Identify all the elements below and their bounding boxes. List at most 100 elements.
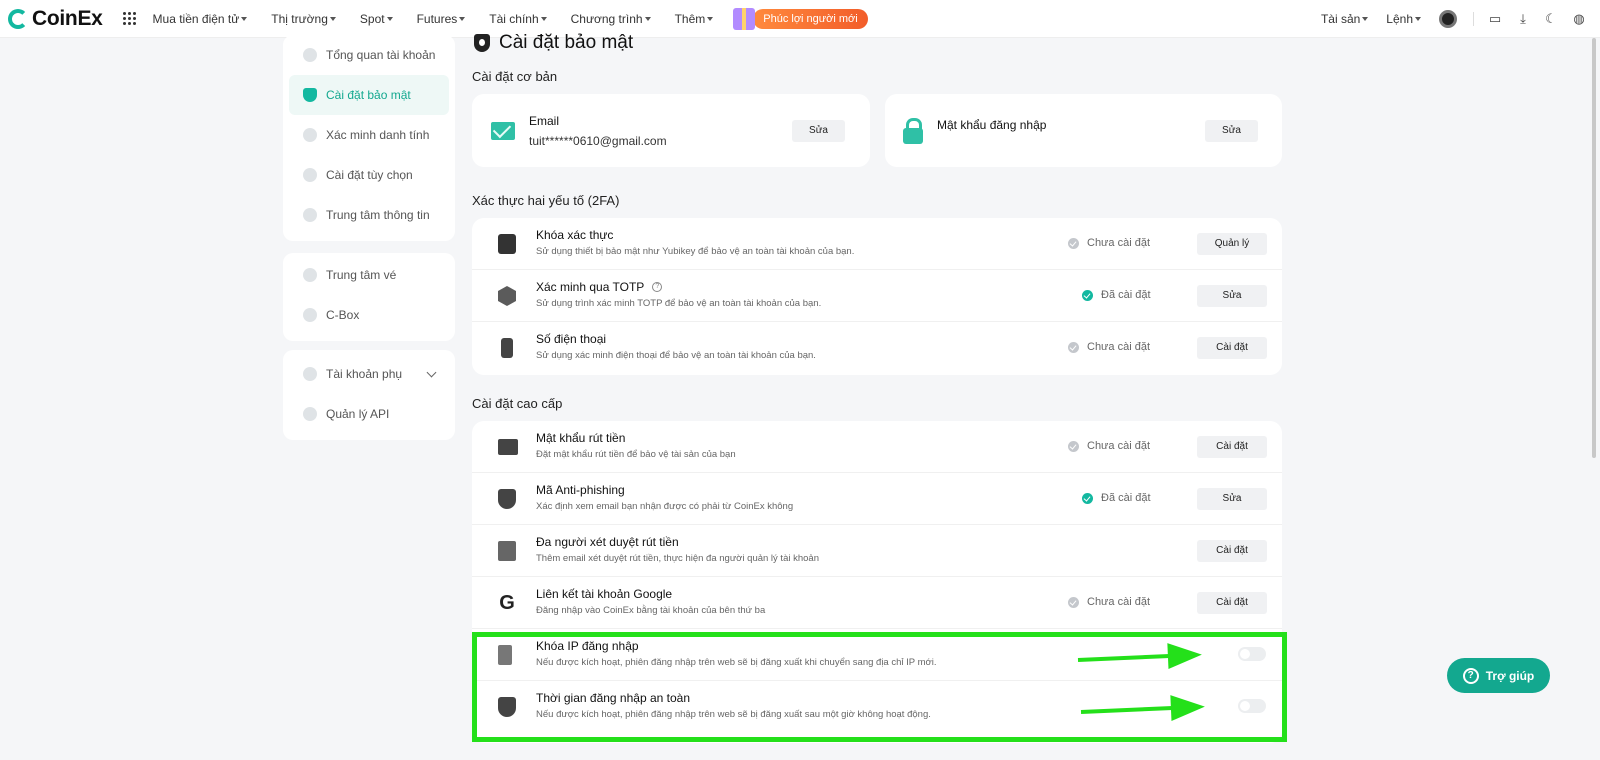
mail-icon	[491, 121, 515, 140]
page-title: Cài đặt bảo mật	[474, 32, 633, 54]
setup-phone-button[interactable]: Cài đặt	[1197, 337, 1267, 359]
caret-down-icon	[386, 16, 393, 21]
top-navigation-bar: CoinEx Mua tiền điện tử Thị trường Spot …	[0, 0, 1600, 38]
padlock-icon	[903, 117, 923, 144]
caret-down-icon	[1415, 17, 1421, 21]
row-description: Xác định xem email bạn nhận được có phải…	[536, 501, 794, 512]
row-title: Liên kết tài khoản Google	[536, 587, 673, 601]
phone-icon	[501, 338, 513, 358]
caret-down-icon	[1362, 17, 1369, 21]
status-check-icon	[1082, 289, 1093, 301]
nav-markets[interactable]: Thị trường	[271, 12, 336, 26]
nav-more[interactable]: Thêm	[675, 12, 714, 26]
dark-mode-moon-icon[interactable]: ☾	[1544, 12, 1558, 26]
email-info: Email tuit******0610@gmail.com	[529, 114, 667, 148]
assets-menu[interactable]: Tài sản	[1321, 12, 1369, 26]
status-badge: Chưa cài đặt	[1068, 341, 1150, 353]
two-factor-list: Khóa xác thực Sử dụng thiết bị bảo mật n…	[472, 218, 1282, 375]
nav-programs[interactable]: Chương trình	[571, 12, 651, 26]
highlight-box	[472, 632, 1287, 742]
caret-down-icon	[644, 16, 651, 21]
document-search-icon	[498, 541, 516, 561]
status-badge: Chưa cài đặt	[1068, 596, 1150, 608]
list-item-anti-phishing: Mã Anti-phishing Xác định xem email bạn …	[472, 473, 1282, 525]
coinex-logo-icon	[8, 8, 28, 29]
email-card: Email tuit******0610@gmail.com Sửa	[472, 94, 870, 167]
sidebar-item-preferences[interactable]: Cài đặt tùy chọn	[283, 155, 455, 195]
language-globe-icon[interactable]: ◍	[1572, 12, 1586, 26]
download-icon[interactable]: ⤓	[1516, 12, 1530, 26]
shield-icon	[303, 88, 317, 102]
page-scrollbar[interactable]	[1592, 38, 1598, 760]
security-key-lock-icon	[498, 234, 516, 254]
sub-account-icon	[303, 367, 317, 381]
row-title: Mật khẩu rút tiền	[536, 431, 626, 445]
security-shield-icon	[474, 34, 490, 52]
sidebar-item-security-settings[interactable]: Cài đặt bảo mật	[289, 75, 449, 115]
chevron-down-icon	[426, 367, 437, 377]
nav-buy-crypto[interactable]: Mua tiền điện tử	[153, 12, 248, 26]
status-check-icon	[1068, 237, 1079, 249]
link-google-button[interactable]: Cài đặt	[1197, 592, 1267, 614]
nav-finance[interactable]: Tài chính	[489, 12, 547, 26]
user-avatar[interactable]	[1439, 10, 1457, 28]
edit-password-button[interactable]: Sửa	[1205, 120, 1258, 142]
list-item-withdrawal-password: Mật khẩu rút tiền Đặt mật khẩu rút tiền …	[472, 421, 1282, 473]
promo-label: Phúc lợi người mới	[753, 8, 868, 29]
id-badge-icon	[303, 128, 317, 142]
status-check-icon	[1068, 440, 1079, 452]
row-description: Thêm email xét duyệt rút tiền, thực hiện…	[536, 553, 819, 564]
settings-icon	[303, 168, 317, 182]
edit-anti-phishing-button[interactable]: Sửa	[1197, 488, 1267, 510]
gift-icon	[733, 7, 756, 30]
status-badge: Chưa cài đặt	[1068, 440, 1150, 452]
two-factor-heading: Xác thực hai yếu tố (2FA)	[472, 193, 620, 208]
scrollbar-thumb[interactable]	[1592, 38, 1596, 458]
sidebar-api-group: Tài khoản phụ Quản lý API	[283, 350, 455, 440]
status-badge: Chưa cài đặt	[1068, 237, 1150, 249]
status-check-icon	[1082, 492, 1093, 504]
status-check-icon	[1068, 596, 1079, 608]
basic-settings-heading: Cài đặt cơ bản	[472, 69, 558, 84]
row-description: Sử dụng trình xác minh TOTP để bảo vệ an…	[536, 298, 822, 309]
sidebar-item-identity-verification[interactable]: Xác minh danh tính	[283, 115, 455, 155]
sidebar-support-group: Trung tâm vé C-Box	[283, 253, 455, 341]
login-password-card: Mật khẩu đăng nhập Sửa	[885, 94, 1282, 167]
nav-spot[interactable]: Spot	[360, 12, 393, 26]
row-title: Xác minh qua TOTP?	[536, 280, 663, 294]
card-icon	[498, 439, 518, 455]
help-button[interactable]: ? Trợ giúp	[1447, 658, 1550, 693]
coinex-logo[interactable]: CoinEx	[8, 7, 103, 31]
email-label: Email	[529, 113, 560, 128]
caret-down-icon	[241, 16, 248, 21]
orders-menu[interactable]: Lệnh	[1386, 12, 1421, 26]
setup-withdrawal-password-button[interactable]: Cài đặt	[1197, 436, 1267, 458]
nav-futures[interactable]: Futures	[417, 12, 466, 26]
sidebar-item-ticket-center[interactable]: Trung tâm vé	[283, 255, 455, 295]
row-title: Khóa xác thực	[536, 228, 614, 242]
help-question-icon[interactable]: ?	[652, 282, 663, 292]
sidebar-item-c-box[interactable]: C-Box	[283, 295, 455, 335]
caret-down-icon	[329, 16, 336, 21]
password-label: Mật khẩu đăng nhập	[937, 117, 1047, 132]
ticket-icon	[303, 268, 317, 282]
edit-email-button[interactable]: Sửa	[792, 120, 845, 142]
totp-hex-lock-icon	[498, 286, 516, 306]
edit-totp-button[interactable]: Sửa	[1197, 285, 1267, 307]
sidebar-item-api-management[interactable]: Quản lý API	[283, 394, 455, 434]
status-badge: Đã cài đặt	[1082, 492, 1151, 504]
row-title: Mã Anti-phishing	[536, 483, 625, 497]
status-badge: Đã cài đặt	[1082, 289, 1151, 301]
sidebar-item-account-overview[interactable]: Tổng quan tài khoản	[283, 35, 455, 75]
sidebar-item-sub-accounts[interactable]: Tài khoản phụ	[283, 354, 455, 394]
manage-security-key-button[interactable]: Quản lý	[1197, 233, 1267, 255]
new-user-promo[interactable]: Phúc lợi người mới	[733, 7, 868, 30]
divider	[1473, 12, 1474, 26]
message-icon[interactable]: ▭	[1488, 12, 1502, 26]
caret-down-icon	[459, 16, 466, 21]
row-description: Đặt mật khẩu rút tiền để bảo vệ tài sản …	[536, 449, 736, 460]
setup-multi-approval-button[interactable]: Cài đặt	[1197, 540, 1267, 562]
apps-grid-icon[interactable]	[122, 11, 137, 26]
password-info: Mật khẩu đăng nhập	[937, 118, 1046, 132]
sidebar-item-message-center[interactable]: Trung tâm thông tin	[283, 195, 455, 235]
